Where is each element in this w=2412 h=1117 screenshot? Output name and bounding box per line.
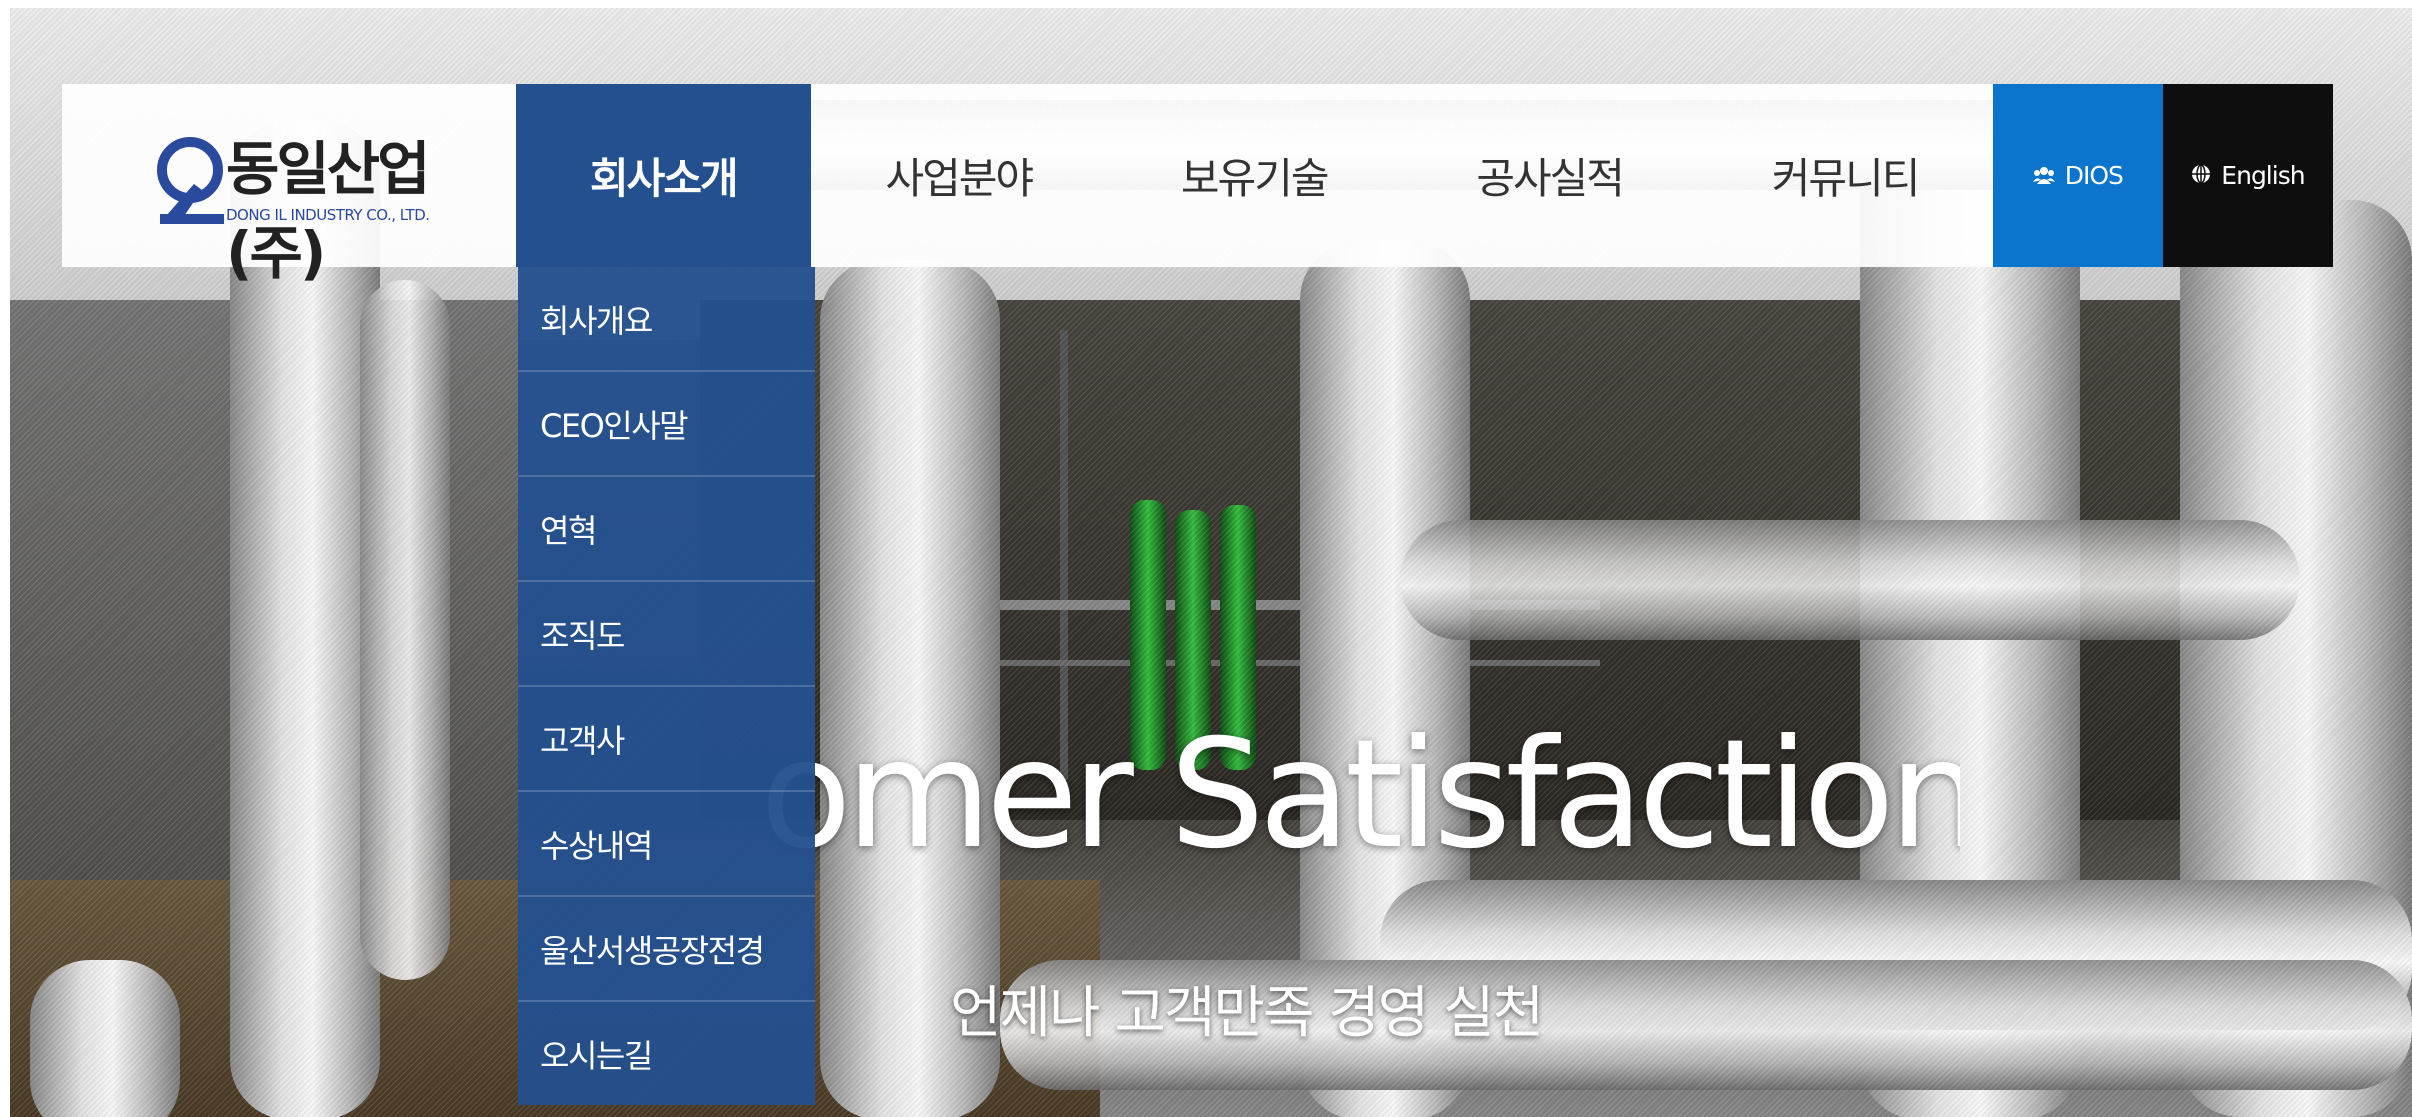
submenu-item-overview[interactable]: 회사개요 [518, 267, 815, 372]
nav-item-business[interactable]: 사업분야 [811, 84, 1106, 267]
submenu-item-factory-view[interactable]: 울산서생공장전경 [518, 897, 815, 1002]
users-icon [2032, 162, 2055, 190]
submenu-item-ceo-greeting[interactable]: CEO인사말 [518, 372, 815, 477]
submenu-item-organization[interactable]: 조직도 [518, 582, 815, 687]
english-label: English [2221, 161, 2305, 190]
globe-icon [2191, 162, 2211, 190]
hero-headline: omer Satisfaction [760, 708, 1960, 882]
nav-item-technology[interactable]: 보유기술 [1106, 84, 1401, 267]
submenu-item-directions[interactable]: 오시는길 [518, 1002, 815, 1105]
dios-label: DIOS [2064, 161, 2124, 190]
hero-subheadline: 언제나 고객만족 경영 실천 [950, 981, 1544, 1046]
dongil-logo-icon [157, 137, 224, 224]
nav-item-community[interactable]: 커뮤니티 [1697, 84, 1992, 267]
nav-item-company[interactable]: 회사소개 [515, 84, 812, 267]
nav-item-projects[interactable]: 공사실적 [1402, 84, 1697, 267]
english-button[interactable]: English [2162, 84, 2333, 267]
dios-button[interactable]: DIOS [1992, 84, 2163, 267]
submenu-item-history[interactable]: 연혁 [518, 477, 815, 582]
site-header: 동일산업(주) DONG IL INDUSTRY CO., LTD. 회사소개 … [62, 84, 2333, 287]
submenu-item-awards[interactable]: 수상내역 [518, 792, 815, 897]
submenu-item-clients[interactable]: 고객사 [518, 687, 815, 792]
company-submenu: 회사개요 CEO인사말 연혁 조직도 고객사 수상내역 울산서생공장전경 오시는… [518, 267, 815, 1105]
site-logo[interactable]: 동일산업(주) DONG IL INDUSTRY CO., LTD. [62, 84, 516, 287]
logo-name-en: DONG IL INDUSTRY CO., LTD. [226, 206, 430, 224]
